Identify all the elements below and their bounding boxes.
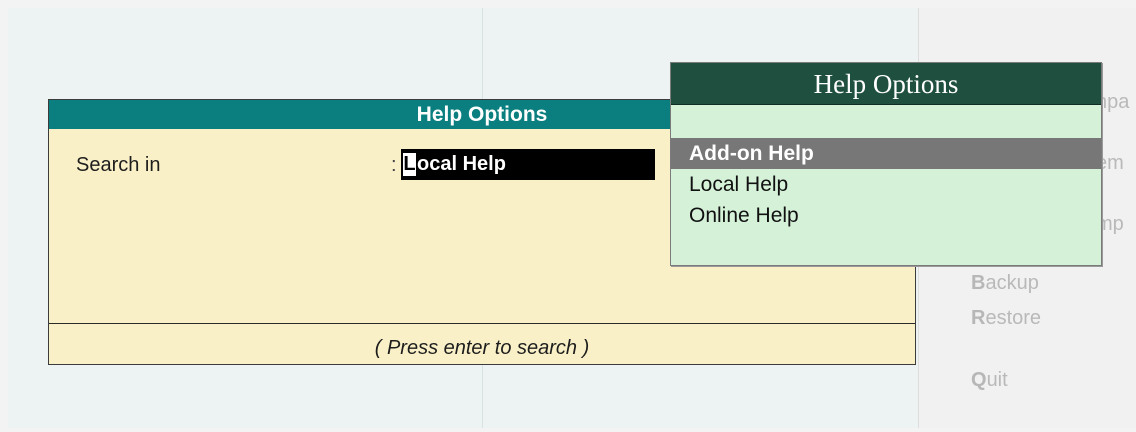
- background-menu-item-quit[interactable]: Quit: [971, 370, 1008, 390]
- search-in-value: ocal Help: [417, 153, 506, 175]
- popup-title: Help Options: [671, 63, 1101, 104]
- option-online-help[interactable]: Online Help: [671, 200, 1101, 231]
- text-caret: L: [403, 153, 416, 177]
- option-local-help[interactable]: Local Help: [671, 169, 1101, 200]
- search-in-label: Search in: [76, 154, 161, 176]
- popup-title-divider: [671, 104, 1101, 105]
- field-separator: :: [391, 154, 397, 176]
- popup-options-list: Add-on Help Local Help Online Help: [671, 138, 1101, 231]
- dialog-footer: ( Press enter to search ): [49, 323, 915, 364]
- search-in-input[interactable]: Local Help: [401, 149, 655, 180]
- background-menu-item-restore[interactable]: Restore: [971, 308, 1041, 328]
- help-options-popup: Help Options Add-on Help Local Help Onli…: [670, 62, 1102, 266]
- option-add-on-help[interactable]: Add-on Help: [671, 138, 1101, 169]
- press-enter-hint: ( Press enter to search ): [374, 337, 590, 359]
- background-menu-item-backup[interactable]: Backup: [971, 273, 1039, 293]
